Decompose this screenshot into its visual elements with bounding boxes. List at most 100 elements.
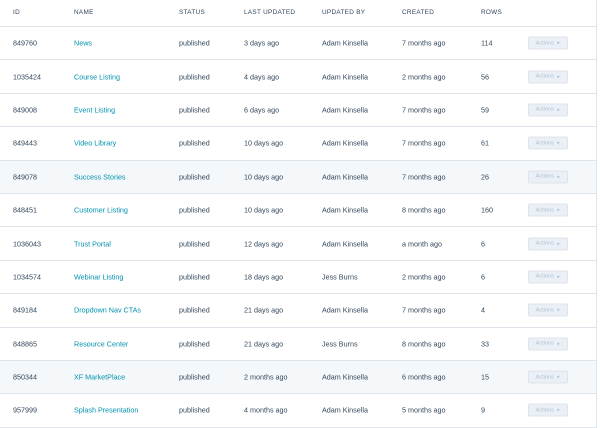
row-updated-by: Adam Kinsella bbox=[322, 172, 368, 182]
row-name-link[interactable]: Splash Presentation bbox=[74, 406, 138, 415]
row-name-link[interactable]: Trust Portal bbox=[74, 239, 111, 248]
actions-label: Actions bbox=[535, 106, 554, 113]
row-last-updated: 6 days ago bbox=[244, 105, 280, 115]
actions-button[interactable]: Actions ▼ bbox=[528, 237, 568, 251]
row-count: 61 bbox=[481, 138, 489, 148]
chevron-down-icon: ▼ bbox=[555, 207, 561, 213]
row-id: 848865 bbox=[13, 339, 37, 349]
header-rows[interactable]: ROWS bbox=[481, 9, 502, 16]
row-updated-by: Adam Kinsella bbox=[322, 239, 368, 249]
row-last-updated: 18 days ago bbox=[244, 272, 284, 282]
row-last-updated: 4 months ago bbox=[244, 405, 288, 415]
row-status: published bbox=[179, 239, 210, 249]
row-status: published bbox=[179, 272, 210, 282]
row-count: 26 bbox=[481, 172, 489, 182]
row-count: 59 bbox=[481, 105, 489, 115]
row-status: published bbox=[179, 172, 210, 182]
row-name-link[interactable]: Video Library bbox=[74, 139, 116, 148]
row-updated-by: Adam Kinsella bbox=[322, 38, 368, 48]
row-status: published bbox=[179, 72, 210, 82]
table-row[interactable]: 849008 Event Listing published 6 days ago Ad… bbox=[0, 94, 596, 128]
table-body: 849760 News published 3 days ago Adam Kinsel… bbox=[0, 27, 596, 428]
actions-button[interactable]: Actions ▼ bbox=[528, 270, 568, 284]
table-row[interactable]: 1035424 Course Listing published 4 days ago… bbox=[0, 60, 596, 94]
actions-label: Actions bbox=[535, 374, 554, 381]
row-name-link[interactable]: Success Stories bbox=[74, 172, 126, 181]
actions-button[interactable]: Actions ▼ bbox=[528, 403, 568, 417]
row-name-link[interactable]: Course Listing bbox=[74, 72, 120, 81]
row-updated-by: Adam Kinsella bbox=[322, 72, 368, 82]
table-row[interactable]: 849443 Video Library published 10 days ago A… bbox=[0, 127, 596, 161]
row-created: a month ago bbox=[402, 239, 442, 249]
chevron-down-icon: ▼ bbox=[555, 307, 561, 313]
row-count: 9 bbox=[481, 405, 485, 415]
actions-button[interactable]: Actions ▼ bbox=[528, 303, 568, 317]
row-last-updated: 2 months ago bbox=[244, 372, 288, 382]
header-updated-by[interactable]: UPDATED BY bbox=[322, 9, 365, 16]
chevron-down-icon: ▼ bbox=[555, 140, 561, 146]
chevron-down-icon: ▼ bbox=[555, 374, 561, 380]
table-row[interactable]: 849078 Success Stories published 10 days ag… bbox=[0, 160, 596, 194]
row-name-link[interactable]: News bbox=[74, 39, 92, 48]
actions-button[interactable]: Actions ▼ bbox=[528, 203, 568, 217]
table-row[interactable]: 957999 Splash Presentation published 4 mont… bbox=[0, 394, 596, 428]
row-updated-by: Adam Kinsella bbox=[322, 372, 368, 382]
row-last-updated: 10 days ago bbox=[244, 138, 284, 148]
row-count: 114 bbox=[481, 38, 493, 48]
row-last-updated: 3 days ago bbox=[244, 38, 280, 48]
row-id: 1036043 bbox=[13, 239, 41, 249]
row-last-updated: 12 days ago bbox=[244, 239, 284, 249]
actions-button[interactable]: Actions ▼ bbox=[528, 170, 568, 184]
row-count: 6 bbox=[481, 239, 485, 249]
table-row[interactable]: 849184 Dropdown Nav CTAs published 21 days … bbox=[0, 294, 596, 328]
row-count: 4 bbox=[481, 305, 485, 315]
table-row[interactable]: 1036043 Trust Portal published 12 days ago A… bbox=[0, 227, 596, 261]
actions-button[interactable]: Actions ▼ bbox=[528, 136, 568, 150]
table-row[interactable]: 850344 XF MarketPlace published 2 months ag… bbox=[0, 360, 596, 395]
chevron-down-icon: ▼ bbox=[555, 174, 561, 180]
header-last-updated[interactable]: LAST UPDATED bbox=[244, 9, 295, 16]
table-row[interactable]: 848451 Customer Listing published 10 days a… bbox=[0, 194, 596, 228]
actions-button[interactable]: Actions ▼ bbox=[528, 337, 568, 351]
row-last-updated: 10 days ago bbox=[244, 172, 284, 182]
chevron-down-icon: ▼ bbox=[555, 74, 561, 80]
row-last-updated: 4 days ago bbox=[244, 72, 280, 82]
row-created: 6 months ago bbox=[402, 372, 446, 382]
row-name-link[interactable]: Customer Listing bbox=[74, 206, 128, 215]
row-last-updated: 10 days ago bbox=[244, 205, 284, 215]
row-id: 848451 bbox=[13, 205, 37, 215]
row-count: 56 bbox=[481, 72, 489, 82]
chevron-down-icon: ▼ bbox=[555, 341, 561, 347]
row-name-link[interactable]: XF MarketPlace bbox=[74, 373, 125, 382]
row-name-link[interactable]: Dropdown Nav CTAs bbox=[74, 306, 141, 315]
row-name-link[interactable]: Resource Center bbox=[74, 339, 128, 348]
row-status: published bbox=[179, 405, 210, 415]
table-row[interactable]: 849760 News published 3 days ago Adam Kinsel… bbox=[0, 27, 596, 61]
row-name-link[interactable]: Event Listing bbox=[74, 105, 115, 114]
chevron-down-icon: ▼ bbox=[555, 107, 561, 113]
header-status[interactable]: STATUS bbox=[179, 9, 205, 16]
actions-button[interactable]: Actions ▼ bbox=[528, 370, 568, 384]
row-updated-by: Adam Kinsella bbox=[322, 405, 368, 415]
actions-button[interactable]: Actions ▼ bbox=[528, 103, 568, 117]
row-updated-by: Adam Kinsella bbox=[322, 205, 368, 215]
row-status: published bbox=[179, 138, 210, 148]
chevron-down-icon: ▼ bbox=[555, 40, 561, 46]
row-name-link[interactable]: Webinar Listing bbox=[74, 272, 123, 281]
actions-button[interactable]: Actions ▼ bbox=[528, 36, 568, 50]
row-created: 8 months ago bbox=[402, 339, 446, 349]
header-name[interactable]: NAME bbox=[74, 9, 94, 16]
row-created: 7 months ago bbox=[402, 38, 446, 48]
row-status: published bbox=[179, 205, 210, 215]
actions-button[interactable]: Actions ▼ bbox=[528, 70, 568, 84]
row-created: 2 months ago bbox=[402, 72, 446, 82]
table-row[interactable]: 1034574 Webinar Listing published 18 days a… bbox=[0, 261, 596, 295]
chevron-down-icon: ▼ bbox=[555, 274, 561, 280]
row-id: 849443 bbox=[13, 138, 37, 148]
chevron-down-icon: ▼ bbox=[555, 241, 561, 247]
actions-label: Actions bbox=[535, 173, 554, 180]
row-created: 8 months ago bbox=[402, 205, 446, 215]
table-row[interactable]: 848865 Resource Center published 21 days ag… bbox=[0, 328, 596, 361]
header-id[interactable]: ID bbox=[13, 9, 20, 16]
header-created[interactable]: CREATED bbox=[402, 9, 434, 16]
